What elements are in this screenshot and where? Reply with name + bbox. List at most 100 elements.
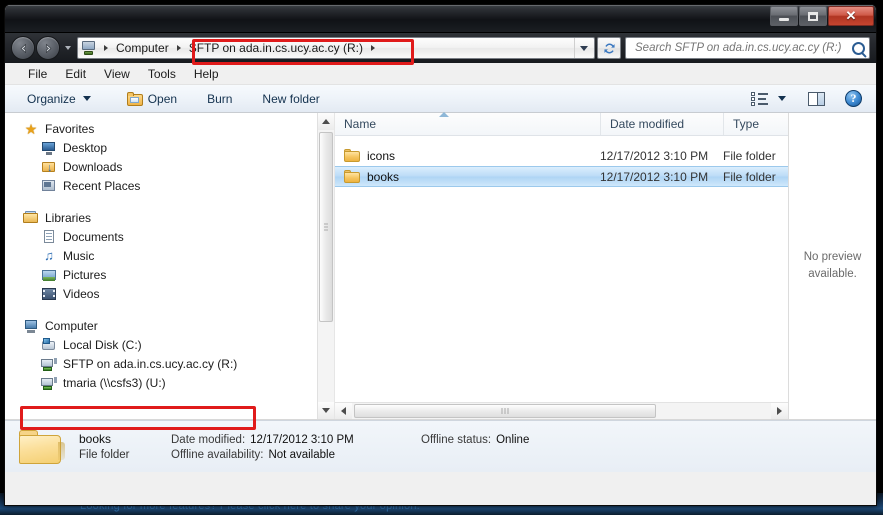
menu-help[interactable]: Help [185,65,228,83]
help-button[interactable]: ? [837,87,870,110]
view-options-icon [751,91,769,106]
back-arrow-icon [20,43,26,53]
chevron-down-icon [64,46,71,50]
scroll-up-button[interactable] [318,113,334,130]
burn-label: Burn [207,91,233,106]
help-icon: ? [845,90,862,107]
sidebar-item-documents[interactable]: Documents [5,227,334,246]
search-icon [852,41,865,55]
nav-spacer-1 [5,197,334,208]
breadcrumb-separator-2[interactable] [366,45,380,51]
sidebar-item-desktop[interactable]: Desktop [5,138,334,157]
organize-button[interactable]: Organize [19,89,99,109]
details-line-secondary: File folder Offline availability: Not av… [79,449,601,461]
table-row[interactable]: books 12/17/2012 3:10 PM File folder [335,166,788,187]
column-header-name[interactable]: Name [335,112,600,135]
search-box[interactable] [625,37,870,59]
downloads-icon: ↓ [41,160,57,174]
column-label-name: Name [344,117,377,131]
sidebar-item-tmaria-drive-u[interactable]: tmaria (\\csfs3) (U:) [5,373,334,392]
sidebar-label-libraries: Libraries [45,210,92,225]
breadcrumb-computer[interactable]: Computer [113,39,172,57]
nav-group-libraries: Libraries Documents ♫ Music Pictures Vid… [5,208,334,303]
recent-places-icon [41,179,57,193]
file-list-horizontal-scrollbar[interactable] [335,402,788,419]
preview-pane: No preview available. [788,113,876,419]
new-folder-button[interactable]: New folder [254,89,327,109]
sidebar-item-libraries[interactable]: Libraries [5,208,334,227]
breadcrumb-separator-0[interactable] [99,45,113,51]
refresh-button[interactable] [597,37,621,59]
column-header-date-modified[interactable]: Date modified [600,113,723,135]
forward-button[interactable] [36,36,60,60]
sidebar-label-pictures: Pictures [63,267,107,282]
table-row[interactable]: icons 12/17/2012 3:10 PM File folder [335,145,788,166]
triangle-down-icon [322,408,330,413]
chevron-right-icon [176,45,181,51]
burn-button[interactable]: Burn [199,89,240,109]
menu-edit[interactable]: Edit [56,65,95,83]
open-label: Open [147,91,178,106]
search-input[interactable] [633,41,850,55]
address-bar[interactable]: Computer SFTP on ada.in.cs.ucy.ac.cy (R:… [77,37,595,59]
details-item-kind: File folder [79,449,130,461]
breadcrumb-separator-1[interactable] [172,45,186,51]
network-drive-icon [41,376,57,390]
details-folder-icon [19,428,65,466]
sidebar-label-sftp-drive-r: SFTP on ada.in.cs.ucy.ac.cy (R:) [63,356,238,371]
sidebar-item-downloads[interactable]: ↓ Downloads [5,157,334,176]
scroll-left-button[interactable] [335,403,352,419]
navigation-pane: ★ Favorites Desktop ↓ Downloads Recent P… [5,113,335,419]
menu-tools[interactable]: Tools [139,65,185,83]
folder-icon [344,149,360,162]
recent-pages-button[interactable] [61,37,74,59]
menu-bar: File Edit View Tools Help [5,63,876,85]
back-button[interactable] [11,36,35,60]
hscrollbar-grip [501,408,509,414]
nav-spacer-2 [5,305,334,316]
details-date-modified-value: 12/17/2012 3:10 PM [250,434,354,446]
maximize-button[interactable] [799,6,827,26]
desktop-icon [41,141,57,155]
row-date-cell: 12/17/2012 3:10 PM [600,169,709,184]
sidebar-item-music[interactable]: ♫ Music [5,246,334,265]
column-header-type[interactable]: Type [723,113,788,135]
change-view-button[interactable] [743,89,794,109]
sidebar-label-documents: Documents [63,229,124,244]
breadcrumb-sftp-drive[interactable]: SFTP on ada.in.cs.ucy.ac.cy (R:) [186,39,366,57]
sidebar-item-favorites[interactable]: ★ Favorites [5,119,334,138]
close-icon: ✕ [845,8,857,23]
local-disk-icon [41,337,57,352]
sidebar-item-videos[interactable]: Videos [5,284,334,303]
scrollbar-thumb[interactable] [319,132,333,322]
menu-view[interactable]: View [95,65,139,83]
hscrollbar-thumb[interactable] [354,404,656,418]
sidebar-item-pictures[interactable]: Pictures [5,265,334,284]
preview-pane-button[interactable] [800,89,833,109]
address-history-dropdown[interactable] [574,38,592,58]
chevron-right-icon [370,45,375,51]
libraries-icon [23,210,39,225]
row-name-cell: icons [335,149,600,163]
scrollbar-grip [324,223,328,231]
hscroll-track[interactable] [352,403,771,419]
menu-file[interactable]: File [19,65,56,83]
scroll-down-button[interactable] [318,402,334,419]
star-icon: ★ [24,120,38,137]
scroll-right-button[interactable] [771,403,788,419]
title-bar[interactable]: ✕ [5,5,876,33]
minimize-button[interactable] [770,6,798,26]
open-button[interactable]: Open [119,89,185,109]
navpane-scrollbar[interactable] [317,113,334,419]
sidebar-item-local-disk-c[interactable]: Local Disk (C:) [5,335,334,354]
sidebar-item-sftp-drive-r[interactable]: SFTP on ada.in.cs.ucy.ac.cy (R:) [5,354,334,373]
command-toolbar: Organize Open Burn New folder ? [5,85,876,113]
sidebar-item-computer[interactable]: Computer [5,316,334,335]
chevron-down-icon [778,96,786,101]
folder-icon [344,170,360,183]
details-line-primary: books Date modified: 12/17/2012 3:10 PM … [79,432,601,446]
sidebar-item-recent-places[interactable]: Recent Places [5,176,334,195]
chevron-right-icon [104,45,108,51]
row-type-cell: File folder [723,169,776,184]
close-button[interactable]: ✕ [828,6,874,26]
